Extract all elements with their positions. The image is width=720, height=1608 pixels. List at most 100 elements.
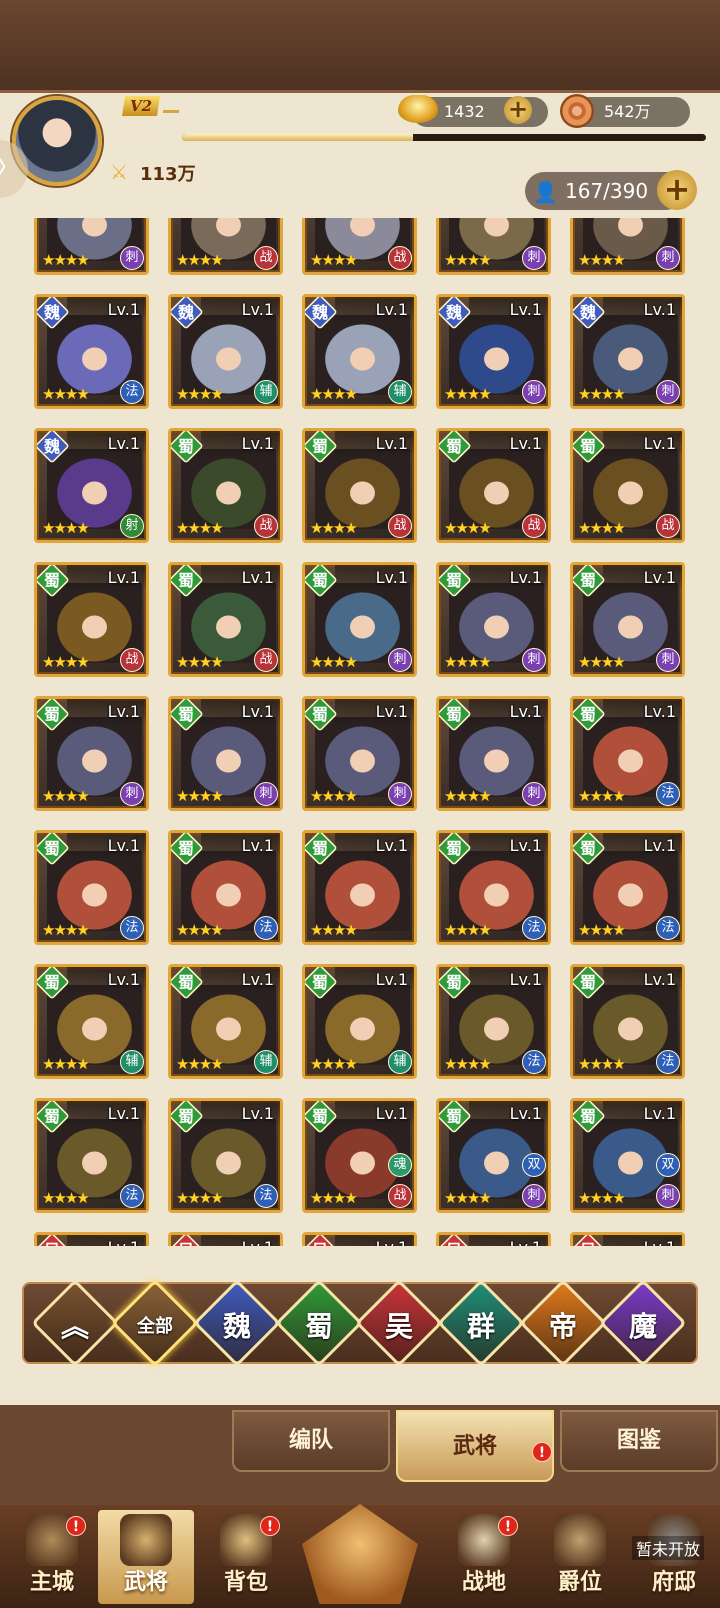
role-badge: 刺 xyxy=(656,1184,680,1208)
hero-card[interactable]: 蜀 Lv.1 ★★★★ 战 xyxy=(302,428,417,543)
star-rating: ★★★★ xyxy=(578,921,626,939)
nav-city[interactable]: 主城! xyxy=(4,1510,100,1604)
faction-label: 吴 xyxy=(573,1237,603,1246)
hero-card[interactable]: 蜀 Lv.1 ★★★★ 法 xyxy=(168,830,283,945)
exp-bar xyxy=(182,134,706,141)
nav-label: 府邸 xyxy=(651,1569,696,1595)
hero-card[interactable]: 蜀 Lv.1 ★★★★ 刺 xyxy=(436,696,551,811)
faction-label: 蜀 xyxy=(445,437,462,456)
nav-bag[interactable]: 背包! xyxy=(198,1510,294,1604)
hero-card[interactable]: 蜀 Lv.1 ★★★★ 战 xyxy=(436,428,551,543)
faction-label: 蜀 xyxy=(43,839,60,858)
star-rating: ★★★★ xyxy=(578,519,626,537)
hero-card[interactable]: 蜀 Lv.1 ★★★★ 刺 xyxy=(34,696,149,811)
faction-label: 蜀 xyxy=(445,973,462,992)
expand-capacity-button[interactable]: + xyxy=(657,170,697,210)
star-rating: ★★★★ xyxy=(578,251,626,269)
hero-card[interactable]: 吴 Lv.1 xyxy=(34,1232,149,1246)
hero-card[interactable]: 蜀 Lv.1 ★★★★ 辅 xyxy=(168,964,283,1079)
hero-card[interactable]: 吴 Lv.1 xyxy=(570,1232,685,1246)
hero-level: Lv.1 xyxy=(509,702,542,721)
nav-general[interactable]: 武将 xyxy=(98,1510,194,1604)
hero-card[interactable]: 蜀 Lv.1 ★★★★ 法 xyxy=(570,830,685,945)
hero-card[interactable]: 蜀 Lv.1 ★★★★ 法 xyxy=(436,830,551,945)
hero-card[interactable]: 蜀 Lv.1 ★★★★ 辅 xyxy=(302,964,417,1079)
hero-card[interactable]: 吴 Lv.1 xyxy=(168,1232,283,1246)
hero-card[interactable]: 蜀 Lv.1 ★★★★ 刺双 xyxy=(436,1098,551,1213)
hero-card[interactable]: 魏 Lv.1 ★★★★ 射 xyxy=(34,428,149,543)
hero-level: Lv.1 xyxy=(643,836,676,855)
hero-card[interactable]: 蜀 Lv.1 ★★★★ 战 xyxy=(168,562,283,677)
hero-card[interactable]: 蜀 Lv.1 ★★★★ 战魂 xyxy=(302,1098,417,1213)
faction-label: 魏 xyxy=(43,303,60,322)
star-rating: ★★★★ xyxy=(444,251,492,269)
faction-label: 蜀 xyxy=(311,973,328,992)
hero-card[interactable]: 吴 Lv.1 xyxy=(302,1232,417,1246)
hero-card[interactable]: 蜀★★★★刺 xyxy=(436,218,551,275)
not-open-tip: 暂未开放 xyxy=(632,1536,705,1560)
faction-label: 蜀 xyxy=(579,571,596,590)
star-rating: ★★★★ xyxy=(42,1189,90,1207)
hero-level: Lv.1 xyxy=(375,1104,408,1123)
star-rating: ★★★★ xyxy=(444,519,492,537)
nav-label: 背包 xyxy=(223,1569,268,1595)
hero-card[interactable]: 蜀 Lv.1 ★★★★ 刺 xyxy=(302,696,417,811)
hero-card[interactable]: 蜀 Lv.1 ★★★★ 法 xyxy=(436,964,551,1079)
exp-bar-fill xyxy=(182,134,413,141)
hero-card[interactable]: 魏 Lv.1 ★★★★ 辅 xyxy=(168,294,283,409)
tab-generals-alert-badge: ! xyxy=(532,1442,552,1462)
hero-level: Lv.1 xyxy=(241,568,274,587)
role-badge: 辅 xyxy=(254,1050,278,1074)
hero-card[interactable]: 魏 Lv.1 ★★★★ 法 xyxy=(34,294,149,409)
star-rating: ★★★★ xyxy=(42,653,90,671)
hero-card[interactable]: 吴 Lv.1 xyxy=(436,1232,551,1246)
star-rating: ★★★★ xyxy=(578,1055,626,1073)
hero-level: Lv.1 xyxy=(107,702,140,721)
hero-card[interactable]: 魏 Lv.1 ★★★★ 刺 xyxy=(436,294,551,409)
nav-label: 爵位 xyxy=(557,1569,602,1595)
hero-card[interactable]: 蜀 Lv.1 ★★★★ 法 xyxy=(570,696,685,811)
faction-label: 蜀 xyxy=(445,839,462,858)
hero-card[interactable]: 蜀 Lv.1 ★★★★ 刺 xyxy=(168,696,283,811)
hero-card[interactable]: 蜀 Lv.1 ★★★★ 刺 xyxy=(436,562,551,677)
hero-card[interactable]: 蜀 Lv.1 ★★★★ 辅 xyxy=(34,964,149,1079)
star-rating: ★★★★ xyxy=(578,385,626,403)
player-level: Lv.89 xyxy=(114,126,157,145)
hero-card[interactable]: 蜀★★★★刺 xyxy=(570,218,685,275)
tab-formation[interactable]: 编队 xyxy=(232,1410,390,1472)
nav-rank[interactable]: 爵位 xyxy=(532,1510,628,1604)
faction-label: 蜀 xyxy=(579,1107,596,1126)
hero-card[interactable]: 蜀 Lv.1 ★★★★ 战 xyxy=(570,428,685,543)
hero-grid[interactable]: 蜀★★★★刺蜀★★★★战蜀★★★★战蜀★★★★刺蜀★★★★刺魏Lv.1★★★★法… xyxy=(34,218,698,1246)
star-rating: ★★★★ xyxy=(176,519,224,537)
hero-level: Lv.1 xyxy=(241,1104,274,1123)
nav-map[interactable]: 战地! xyxy=(436,1510,532,1604)
vip-badge[interactable]: V2 xyxy=(122,96,160,116)
hero-level: Lv.1 xyxy=(107,300,140,319)
hero-card[interactable]: 蜀 Lv.1 ★★★★ 战 xyxy=(34,562,149,677)
hero-level: Lv.1 xyxy=(242,1238,274,1246)
hero-card[interactable]: 蜀 Lv.1 ★★★★ 刺 xyxy=(302,562,417,677)
hero-card[interactable]: 蜀 Lv.1 ★★★★ 法 xyxy=(570,964,685,1079)
hero-card[interactable]: 蜀 Lv.1 ★★★★ 刺 xyxy=(570,562,685,677)
hero-card[interactable]: 蜀 Lv.1 ★★★★ 法 xyxy=(34,830,149,945)
hero-card[interactable]: 魏 Lv.1 ★★★★ 辅 xyxy=(302,294,417,409)
hero-card[interactable]: 蜀 Lv.1 ★★★★ 法 xyxy=(168,1098,283,1213)
star-rating: ★★★★ xyxy=(444,1055,492,1073)
copper-coin-icon xyxy=(560,94,594,128)
hero-card[interactable]: 蜀★★★★战 xyxy=(302,218,417,275)
faction-label: 蜀 xyxy=(579,839,596,858)
add-gold-button[interactable]: + xyxy=(504,96,532,124)
tab-codex[interactable]: 图鉴 xyxy=(560,1410,718,1472)
tab-generals[interactable]: 武将 xyxy=(396,1410,554,1482)
nav-label: 武将 xyxy=(123,1569,168,1595)
role-badge: 刺 xyxy=(522,380,546,404)
hero-card[interactable]: 蜀★★★★战 xyxy=(168,218,283,275)
hero-card[interactable]: 蜀 Lv.1 ★★★★ 战 xyxy=(168,428,283,543)
hero-card[interactable]: 蜀★★★★刺 xyxy=(34,218,149,275)
hero-card[interactable]: 蜀 Lv.1 ★★★★ 刺双 xyxy=(570,1098,685,1213)
hero-card[interactable]: 蜀 Lv.1 ★★★★ 法 xyxy=(34,1098,149,1213)
hero-card[interactable]: 魏 Lv.1 ★★★★ 刺 xyxy=(570,294,685,409)
star-rating: ★★★★ xyxy=(310,921,358,939)
hero-card[interactable]: 蜀 Lv.1 ★★★★ xyxy=(302,830,417,945)
